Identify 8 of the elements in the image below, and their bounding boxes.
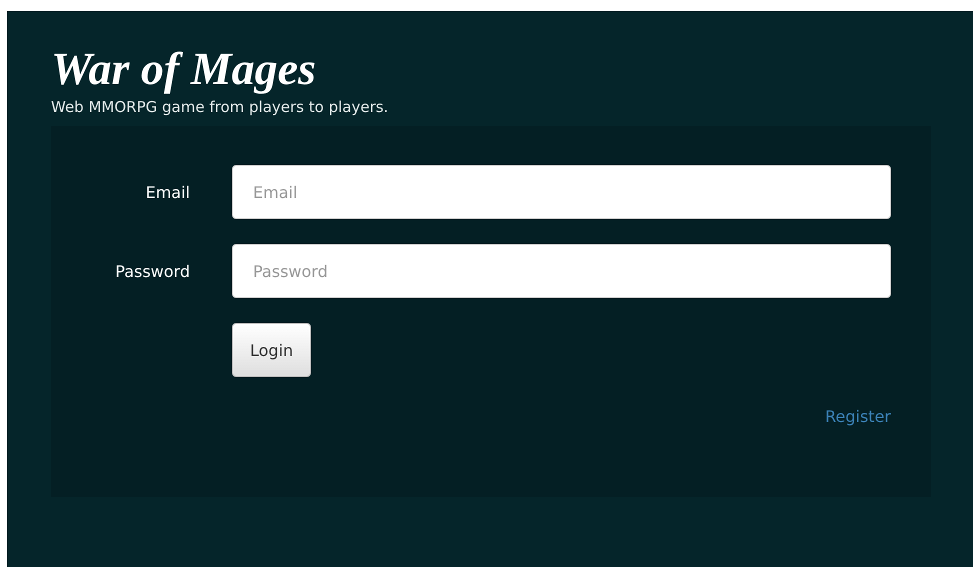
login-button[interactable]: Login: [232, 323, 312, 377]
register-link[interactable]: Register: [825, 407, 891, 426]
field-label: Password: [115, 262, 190, 280]
tagline: Web MMORPG game from players to players.: [51, 97, 390, 117]
site-title: War of Mages: [51, 42, 317, 96]
field-label: Email: [146, 182, 190, 202]
input-field[interactable]: Password: [232, 244, 891, 298]
input-field[interactable]: Email: [232, 165, 891, 219]
